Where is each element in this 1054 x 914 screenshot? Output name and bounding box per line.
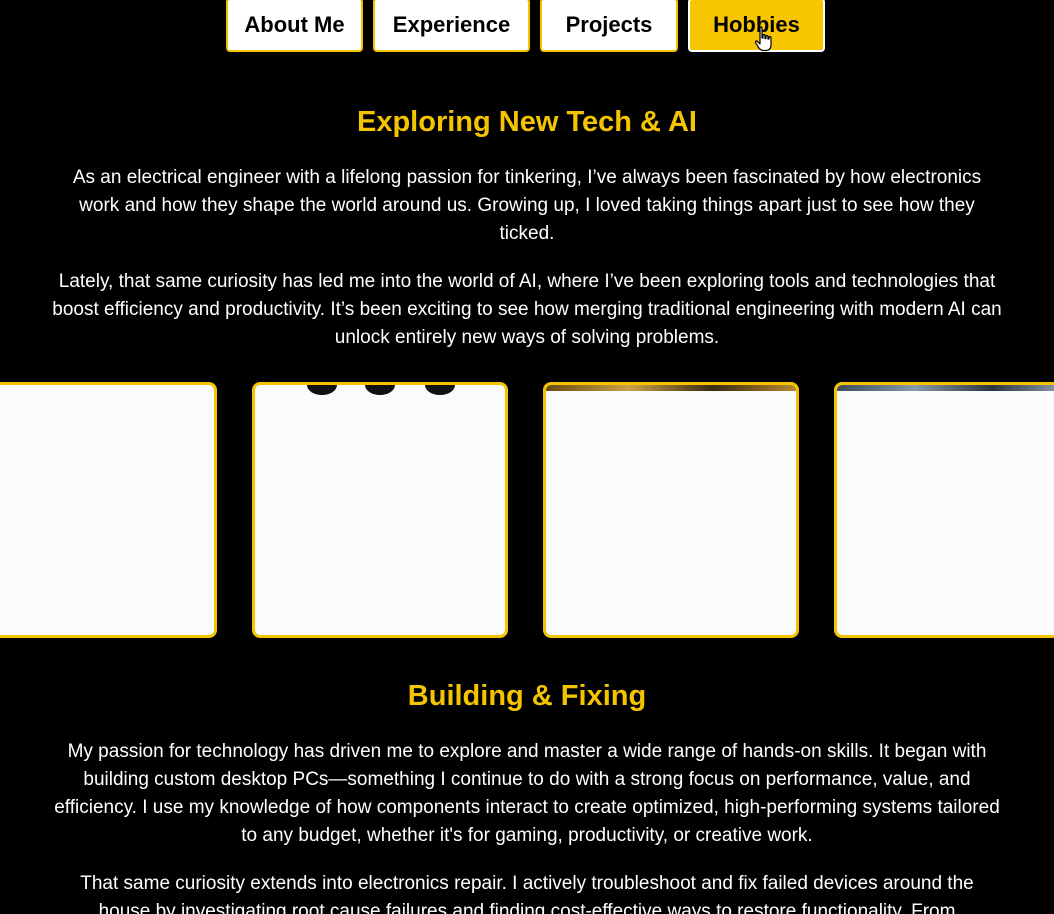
carousel-card[interactable] bbox=[252, 382, 508, 638]
hobbies-page: About Me Experience Projects Hobbies Exp… bbox=[0, 0, 1054, 914]
carousel-card[interactable] bbox=[834, 382, 1054, 638]
carousel-card[interactable] bbox=[543, 382, 799, 638]
nav-experience-button[interactable]: Experience bbox=[373, 0, 530, 52]
nav-projects-button[interactable]: Projects bbox=[540, 0, 678, 52]
nav-about-me-button[interactable]: About Me bbox=[226, 0, 363, 52]
section-title-building-fixing: Building & Fixing bbox=[407, 680, 647, 712]
hobby-image-carousel[interactable] bbox=[0, 382, 1054, 638]
card-image-edge bbox=[546, 385, 796, 391]
building-fixing-paragraph-1: My passion for technology has driven me … bbox=[54, 741, 1000, 846]
tech-ai-paragraph-2: Lately, that same curiosity has led me i… bbox=[52, 271, 1002, 348]
hand-pointer-icon bbox=[754, 26, 772, 52]
building-fixing-paragraph-2: That same curiosity extends into electro… bbox=[80, 873, 974, 914]
card-image-edge bbox=[255, 385, 505, 399]
section-title-tech-ai: Exploring New Tech & AI bbox=[357, 106, 697, 138]
carousel-card[interactable] bbox=[0, 382, 217, 638]
card-image-edge bbox=[837, 385, 1054, 391]
tech-ai-paragraph-1: As an electrical engineer with a lifelon… bbox=[72, 167, 982, 244]
top-nav: About Me Experience Projects Hobbies bbox=[0, 0, 1054, 56]
